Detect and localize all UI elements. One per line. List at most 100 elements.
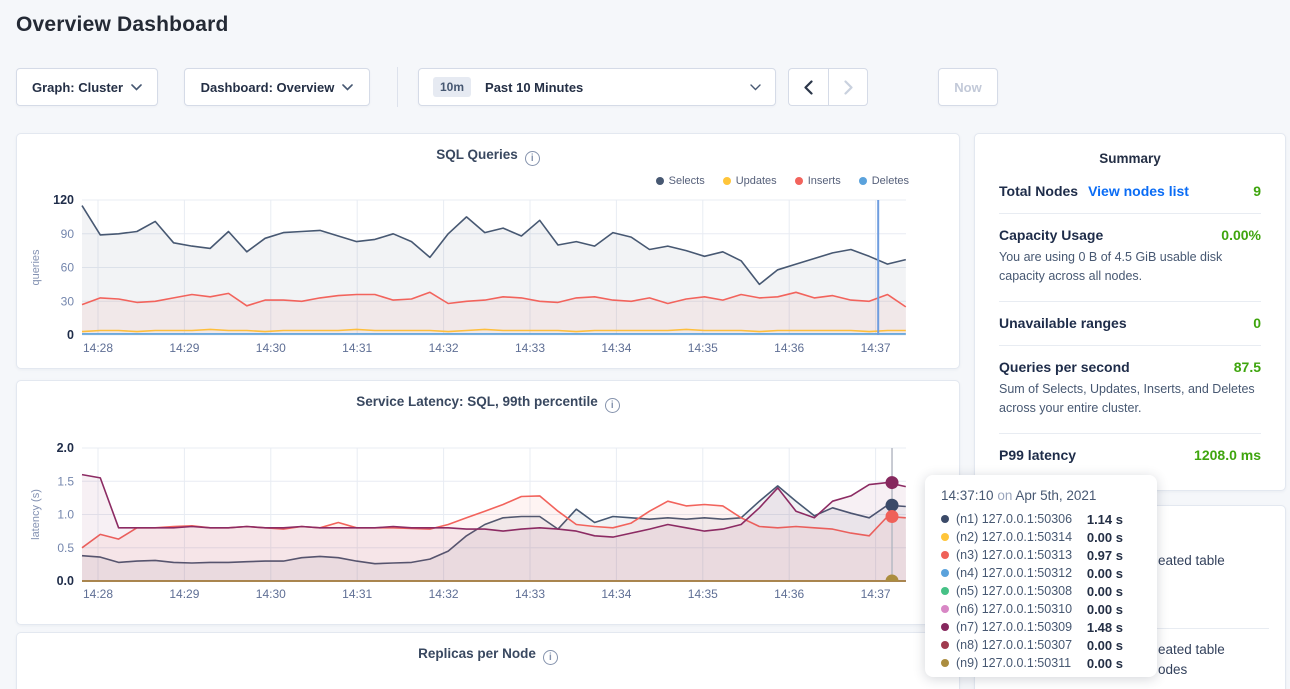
node-color-dot — [941, 587, 949, 595]
now-button[interactable]: Now — [938, 68, 998, 106]
svg-text:14:28: 14:28 — [83, 587, 113, 601]
info-icon[interactable]: i — [543, 650, 558, 665]
node-latency-value: 0.00 s — [1087, 584, 1123, 599]
sql-queries-chart[interactable]: 030609012014:2814:2914:3014:3114:3214:33… — [17, 134, 961, 368]
sql-queries-panel: SQL Queriesi SelectsUpdatesInsertsDelete… — [16, 133, 960, 369]
tooltip-node-row: (n5) 127.0.0.1:50308 0.00 s — [941, 582, 1141, 600]
tooltip-node-row: (n8) 127.0.0.1:50307 0.00 s — [941, 636, 1141, 654]
summary-row: Total Nodes View nodes list 9 — [999, 170, 1261, 213]
summary-row-value: 0 — [1253, 315, 1261, 331]
svg-text:14:37: 14:37 — [861, 587, 891, 601]
tooltip-node-row: (n3) 127.0.0.1:50313 0.97 s — [941, 546, 1141, 564]
tooltip-node-row: (n6) 127.0.0.1:50310 0.00 s — [941, 600, 1141, 618]
service-latency-chart[interactable]: 0.00.51.01.52.014:2814:2914:3014:3114:32… — [17, 381, 961, 624]
view-nodes-list-link[interactable]: View nodes list — [1088, 183, 1189, 199]
summary-row-value: 9 — [1253, 183, 1261, 199]
summary-row-value: 87.5 — [1234, 359, 1261, 375]
svg-text:60: 60 — [61, 261, 75, 275]
node-address: (n8) 127.0.0.1:50307 — [956, 638, 1072, 652]
node-color-dot — [941, 569, 949, 577]
tooltip-node-row: (n1) 127.0.0.1:503061.14 s — [941, 510, 1141, 528]
toolbar-divider — [397, 67, 398, 107]
svg-text:1.5: 1.5 — [57, 474, 74, 488]
summary-panel: Summary Total Nodes View nodes list 9 Capac… — [974, 133, 1286, 491]
graph-dropdown[interactable]: Graph: Cluster — [16, 68, 158, 106]
time-pager — [788, 68, 868, 106]
svg-text:14:34: 14:34 — [601, 341, 631, 355]
svg-text:14:37: 14:37 — [861, 341, 891, 355]
svg-text:0.0: 0.0 — [57, 574, 74, 588]
summary-row-note: Sum of Selects, Updates, Inserts, and De… — [999, 380, 1261, 419]
node-address: (n3) 127.0.0.1:50313 — [956, 548, 1072, 562]
svg-text:14:34: 14:34 — [601, 587, 631, 601]
time-range-label: Past 10 Minutes — [485, 80, 583, 95]
summary-title: Summary — [975, 134, 1285, 170]
node-address: (n9) 127.0.0.1:50311 — [956, 656, 1071, 670]
summary-row-value: 0.00% — [1221, 227, 1261, 243]
svg-text:30: 30 — [61, 294, 75, 308]
next-range-button[interactable] — [828, 68, 868, 106]
chevron-down-icon — [750, 84, 761, 91]
chart-tooltip: 14:37:10 on Apr 5th, 2021 (n1) 127.0.0.1… — [925, 475, 1157, 677]
node-color-dot — [941, 605, 949, 613]
service-latency-panel: Service Latency: SQL, 99th percentilei 0… — [16, 380, 960, 625]
prev-range-button[interactable] — [788, 68, 828, 106]
summary-row-value: 1208.0 ms — [1194, 447, 1261, 463]
event-text-fragment: odes — [1158, 662, 1187, 677]
tooltip-node-row: (n7) 127.0.0.1:50309 1.48 s — [941, 618, 1141, 636]
node-latency-value: 0.00 s — [1087, 530, 1123, 545]
node-latency-value: 0.00 s — [1087, 566, 1123, 581]
svg-text:14:30: 14:30 — [256, 587, 286, 601]
svg-text:14:35: 14:35 — [688, 587, 718, 601]
node-latency-value: 1.48 s — [1087, 620, 1123, 635]
summary-row: P99 latency1208.0 ms — [999, 433, 1261, 477]
svg-text:14:35: 14:35 — [688, 341, 718, 355]
node-latency-value: 0.00 s — [1087, 602, 1123, 617]
tooltip-node-row: (n2) 127.0.0.1:50314 0.00 s — [941, 528, 1141, 546]
chevron-down-icon — [342, 84, 353, 91]
svg-text:120: 120 — [53, 193, 74, 207]
time-range-picker[interactable]: 10m Past 10 Minutes — [418, 68, 776, 106]
node-address: (n5) 127.0.0.1:50308 — [956, 584, 1072, 598]
svg-text:14:30: 14:30 — [256, 341, 286, 355]
summary-row: Capacity Usage0.00%You are using 0 B of … — [999, 213, 1261, 301]
svg-text:2.0: 2.0 — [57, 441, 74, 455]
summary-row-label: Total Nodes — [999, 183, 1078, 199]
node-latency-value: 0.97 s — [1087, 548, 1123, 563]
replicas-per-node-panel: Replicas per Node i — [16, 632, 960, 689]
node-address: (n6) 127.0.0.1:50310 — [956, 602, 1072, 616]
node-latency-value: 1.14 s — [1087, 512, 1123, 527]
svg-text:14:31: 14:31 — [342, 587, 372, 601]
svg-text:14:33: 14:33 — [515, 341, 545, 355]
svg-text:14:31: 14:31 — [342, 341, 372, 355]
tooltip-node-row: (n4) 127.0.0.1:50312 0.00 s — [941, 564, 1141, 582]
summary-row: Unavailable ranges0 — [999, 301, 1261, 345]
svg-text:queries: queries — [30, 249, 42, 286]
svg-text:0: 0 — [67, 328, 74, 342]
svg-text:14:36: 14:36 — [774, 587, 804, 601]
node-color-dot — [941, 623, 949, 631]
svg-text:1.0: 1.0 — [57, 508, 74, 522]
node-latency-value: 0.00 s — [1087, 656, 1123, 671]
node-color-dot — [941, 641, 949, 649]
node-address: (n4) 127.0.0.1:50312 — [956, 566, 1072, 580]
chart-title: Replicas per Node — [418, 646, 536, 661]
event-text-fragment: eated table — [1158, 553, 1225, 568]
node-latency-value: 0.00 s — [1087, 638, 1123, 653]
summary-row-note: You are using 0 B of 4.5 GiB usable disk… — [999, 248, 1261, 287]
summary-row-label: Queries per second — [999, 359, 1130, 375]
graph-dropdown-label: Graph: Cluster — [32, 80, 123, 95]
svg-text:14:29: 14:29 — [169, 341, 199, 355]
page-title: Overview Dashboard — [16, 13, 229, 37]
node-address: (n7) 127.0.0.1:50309 — [956, 620, 1072, 634]
svg-text:14:32: 14:32 — [429, 341, 459, 355]
dashboard-dropdown[interactable]: Dashboard: Overview — [184, 68, 370, 106]
node-color-dot — [941, 659, 949, 667]
tooltip-node-row: (n9) 127.0.0.1:50311 0.00 s — [941, 654, 1141, 672]
svg-text:latency (s): latency (s) — [30, 489, 42, 540]
svg-text:14:28: 14:28 — [83, 341, 113, 355]
svg-text:14:36: 14:36 — [774, 341, 804, 355]
svg-text:14:33: 14:33 — [515, 587, 545, 601]
node-address: (n2) 127.0.0.1:50314 — [956, 530, 1072, 544]
event-text-fragment: eated table — [1158, 642, 1225, 657]
